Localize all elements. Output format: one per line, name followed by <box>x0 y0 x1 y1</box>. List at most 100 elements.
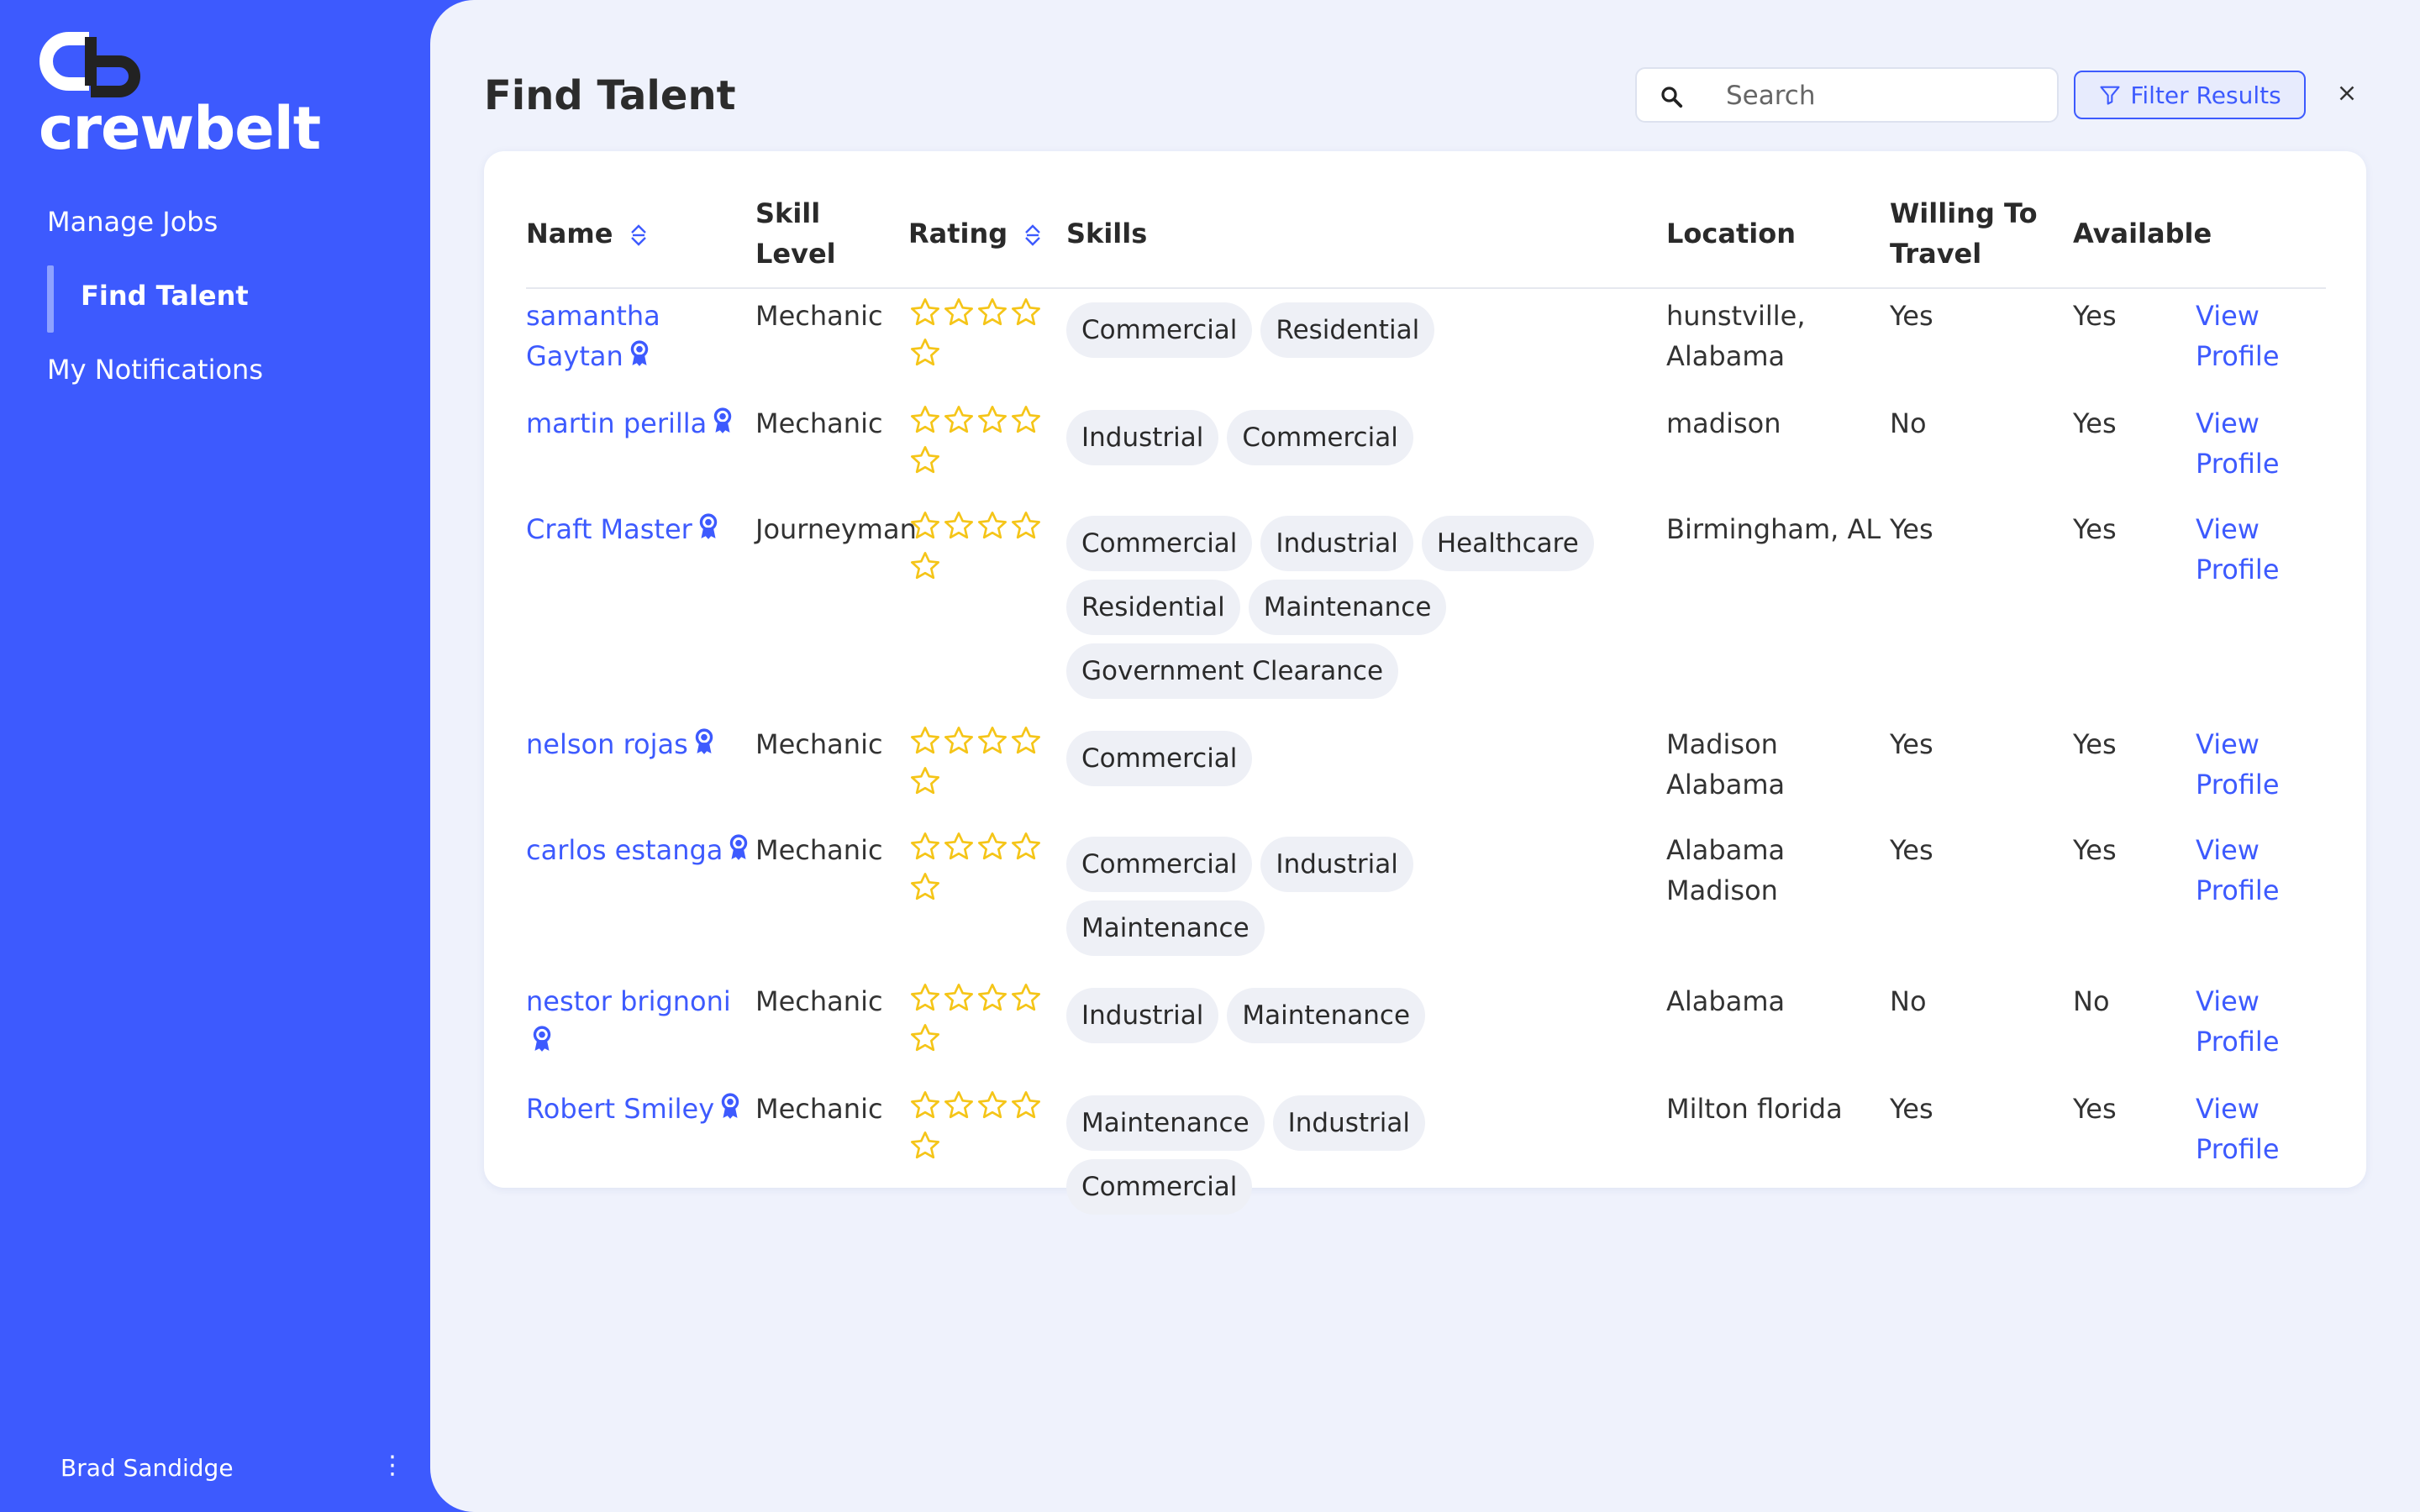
talent-name-link[interactable]: nelson rojas <box>526 728 688 760</box>
main-panel: Find Talent Filter Results Name <box>430 0 2420 1512</box>
view-profile-label: Profile <box>2196 769 2280 801</box>
close-icon[interactable] <box>2334 81 2360 106</box>
cell-actions: View Profile <box>2196 502 2326 717</box>
filter-icon <box>2100 86 2120 105</box>
filter-results-label: Filter Results <box>2130 81 2281 109</box>
cell-skill-level: Mechanic <box>755 728 883 760</box>
cell-willing-to-travel: No <box>1890 407 1927 439</box>
column-header-name[interactable]: Name <box>526 192 755 289</box>
star-outline-icon <box>1009 403 1043 444</box>
talent-name-link[interactable]: Robert Smiley <box>526 1093 714 1125</box>
star-outline-icon <box>908 444 942 484</box>
view-profile-label: Profile <box>2196 340 2280 372</box>
cell-name: nelson rojas <box>526 717 755 823</box>
cell-skills: Commercial <box>1066 717 1666 823</box>
cell-rating <box>908 974 1066 1082</box>
view-profile-link[interactable]: View Profile <box>2196 724 2326 805</box>
filter-results-button[interactable]: Filter Results <box>2074 71 2306 119</box>
talent-name-link[interactable]: martin perilla <box>526 407 707 439</box>
star-outline-icon <box>908 764 942 805</box>
star-outline-icon <box>908 830 942 870</box>
skill-chips: Industrial Maintenance <box>1066 981 1612 1043</box>
star-outline-icon <box>942 981 976 1021</box>
table-row: samantha Gaytan Mechanic Commercial Residen… <box>526 288 2326 396</box>
skill-chip: Industrial <box>1066 988 1219 1043</box>
star-outline-icon <box>942 724 976 764</box>
rating-stars <box>908 981 1051 1062</box>
cell-skills: Commercial Residential <box>1066 288 1666 396</box>
cell-location: Alabama <box>1666 985 1786 1017</box>
cell-available: No <box>2073 985 2110 1017</box>
skill-chip: Commercial <box>1066 302 1253 358</box>
user-profile[interactable]: Brad Sandidge ⋮ <box>60 1451 405 1482</box>
cell-available: Yes <box>2073 300 2117 332</box>
cell-rating <box>908 1082 1066 1233</box>
cell-actions: View Profile <box>2196 1082 2326 1233</box>
skill-chips: Commercial Residential <box>1066 296 1612 358</box>
skill-chip: Commercial <box>1066 837 1253 892</box>
star-outline-icon <box>1009 981 1043 1021</box>
view-profile-link[interactable]: View Profile <box>2196 830 2326 911</box>
cell-willing-to-travel: Yes <box>1890 513 1933 545</box>
sidebar-item-find-talent[interactable]: Find Talent <box>47 265 263 346</box>
column-header-available: Available <box>2073 192 2212 289</box>
sort-icon[interactable] <box>1023 223 1042 248</box>
more-vertical-icon[interactable]: ⋮ <box>380 1451 405 1480</box>
skill-chip: Industrial <box>1066 410 1219 465</box>
column-header-location: Location <box>1666 192 1890 289</box>
skill-chip: Industrial <box>1260 516 1413 571</box>
view-profile-link[interactable]: View Profile <box>2196 509 2326 590</box>
cell-skill-level: Mechanic <box>755 1093 883 1125</box>
skill-chip: Government Clearance <box>1066 643 1399 699</box>
cell-skill-level: Journeyman <box>755 513 917 545</box>
award-ribbon-icon <box>629 338 650 378</box>
skill-chip: Commercial <box>1227 410 1413 465</box>
award-ribbon-icon <box>719 1090 741 1131</box>
cell-location: Birmingham, AL <box>1666 513 1881 545</box>
view-profile-link[interactable]: View Profile <box>2196 403 2326 484</box>
sidebar: crewbelt Manage Jobs Find Talent My Noti… <box>0 0 430 1512</box>
cell-available: Yes <box>2073 513 2117 545</box>
star-outline-icon <box>908 870 942 911</box>
sort-icon[interactable] <box>629 223 648 248</box>
star-outline-icon <box>976 724 1009 764</box>
talent-name-link[interactable]: Craft Master <box>526 513 692 545</box>
sidebar-item-manage-jobs[interactable]: Manage Jobs <box>47 198 263 272</box>
cell-location: madison <box>1666 407 1781 439</box>
view-profile-label: Profile <box>2196 874 2280 906</box>
cell-name: martin perilla <box>526 396 755 502</box>
skill-chips: Commercial <box>1066 724 1612 786</box>
award-ribbon-icon <box>531 1023 553 1063</box>
table-row: Craft Master Journeyman Commercial Industri… <box>526 502 2326 717</box>
column-header-skill-level: Skill Level <box>755 192 908 289</box>
star-outline-icon <box>942 1089 976 1129</box>
cell-available: Yes <box>2073 407 2117 439</box>
skill-chip: Healthcare <box>1421 516 1594 571</box>
star-outline-icon <box>976 830 1009 870</box>
award-ribbon-icon <box>697 511 719 551</box>
rating-stars <box>908 830 1051 911</box>
award-ribbon-icon <box>712 405 734 445</box>
skill-chip: Industrial <box>1260 837 1413 892</box>
column-header-rating[interactable]: Rating <box>908 192 1066 289</box>
cell-skill-level: Mechanic <box>755 834 883 866</box>
view-profile-link[interactable]: View Profile <box>2196 981 2326 1062</box>
skill-chips: Commercial Industrial Maintenance <box>1066 830 1612 956</box>
talent-name-link[interactable]: carlos estanga <box>526 834 723 866</box>
star-outline-icon <box>1009 1089 1043 1129</box>
search-box[interactable] <box>1635 67 2059 123</box>
talent-name-link[interactable]: nestor brignoni <box>526 985 731 1017</box>
view-profile-link[interactable]: View Profile <box>2196 296 2326 376</box>
talent-table-card: Name Skill Level Rating Skills Location … <box>484 151 2366 1215</box>
search-input[interactable] <box>1724 77 2047 114</box>
cell-location: Alabama Madison <box>1666 834 1786 906</box>
cell-rating <box>908 823 1066 974</box>
cell-actions: View Profile <box>2196 717 2326 823</box>
rating-stars <box>908 724 1051 805</box>
cell-name: Craft Master <box>526 502 755 717</box>
view-profile-label: View <box>2196 985 2260 1017</box>
sidebar-item-my-notifications[interactable]: My Notifications <box>47 346 263 420</box>
view-profile-link[interactable]: View Profile <box>2196 1089 2326 1169</box>
cell-willing-to-travel: Yes <box>1890 1093 1933 1125</box>
cell-skills: Industrial Maintenance <box>1066 974 1666 1082</box>
